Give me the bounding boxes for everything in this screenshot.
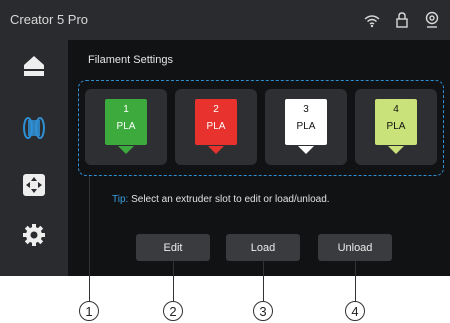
- callout-2: 2: [163, 301, 183, 321]
- tip-text: Tip: Select an extruder slot to edit or …: [112, 194, 330, 205]
- slot-color-swatch: 4 PLA: [375, 99, 417, 145]
- slot-arrow-icon: [298, 146, 314, 154]
- load-button[interactable]: Load: [226, 234, 300, 261]
- callout-line-1: [89, 176, 90, 302]
- extruder-slot-2[interactable]: 2 PLA: [175, 89, 257, 165]
- extruder-slot-4[interactable]: 4 PLA: [355, 89, 437, 165]
- slot-material: PLA: [206, 121, 226, 132]
- slot-arrow-icon: [388, 146, 404, 154]
- slot-number: 2: [213, 104, 219, 115]
- move-icon[interactable]: [21, 172, 47, 198]
- settings-icon[interactable]: [21, 222, 47, 248]
- filament-icon[interactable]: [21, 115, 47, 141]
- printer-screen: Creator 5 Pro Filament Settings 1 PLA 2 …: [0, 0, 450, 276]
- sidebar: [0, 40, 68, 276]
- tip-message: Select an extruder slot to edit or load/…: [131, 194, 330, 205]
- slot-number: 1: [123, 104, 129, 115]
- slot-color-swatch: 3 PLA: [285, 99, 327, 145]
- slot-color-swatch: 1 PLA: [105, 99, 147, 145]
- wifi-icon: [362, 10, 382, 30]
- status-icons: [362, 10, 442, 30]
- extruder-slot-1[interactable]: 1 PLA: [85, 89, 167, 165]
- page-title: Filament Settings: [88, 54, 173, 66]
- camera-icon[interactable]: [422, 10, 442, 30]
- app-title: Creator 5 Pro: [10, 12, 89, 27]
- slot-number: 3: [303, 104, 309, 115]
- home-icon[interactable]: [21, 53, 47, 79]
- callout-line-3: [263, 261, 264, 302]
- callout-1: 1: [79, 301, 99, 321]
- slot-number: 4: [393, 104, 399, 115]
- edit-button[interactable]: Edit: [136, 234, 210, 261]
- slot-arrow-icon: [208, 146, 224, 154]
- slot-arrow-icon: [118, 146, 134, 154]
- callout-line-2: [173, 261, 174, 302]
- unload-button[interactable]: Unload: [318, 234, 392, 261]
- slot-color-swatch: 2 PLA: [195, 99, 237, 145]
- tip-label: Tip:: [112, 194, 129, 205]
- slot-material: PLA: [296, 121, 316, 132]
- slot-material: PLA: [116, 121, 136, 132]
- callout-3: 3: [253, 301, 273, 321]
- extruder-slot-3[interactable]: 3 PLA: [265, 89, 347, 165]
- extruder-slots: 1 PLA 2 PLA 3 PLA 4 PLA: [78, 80, 444, 176]
- lock-icon[interactable]: [392, 10, 412, 30]
- callout-4: 4: [345, 301, 365, 321]
- callout-line-4: [355, 261, 356, 302]
- status-bar: Creator 5 Pro: [0, 0, 450, 40]
- slot-material: PLA: [386, 121, 406, 132]
